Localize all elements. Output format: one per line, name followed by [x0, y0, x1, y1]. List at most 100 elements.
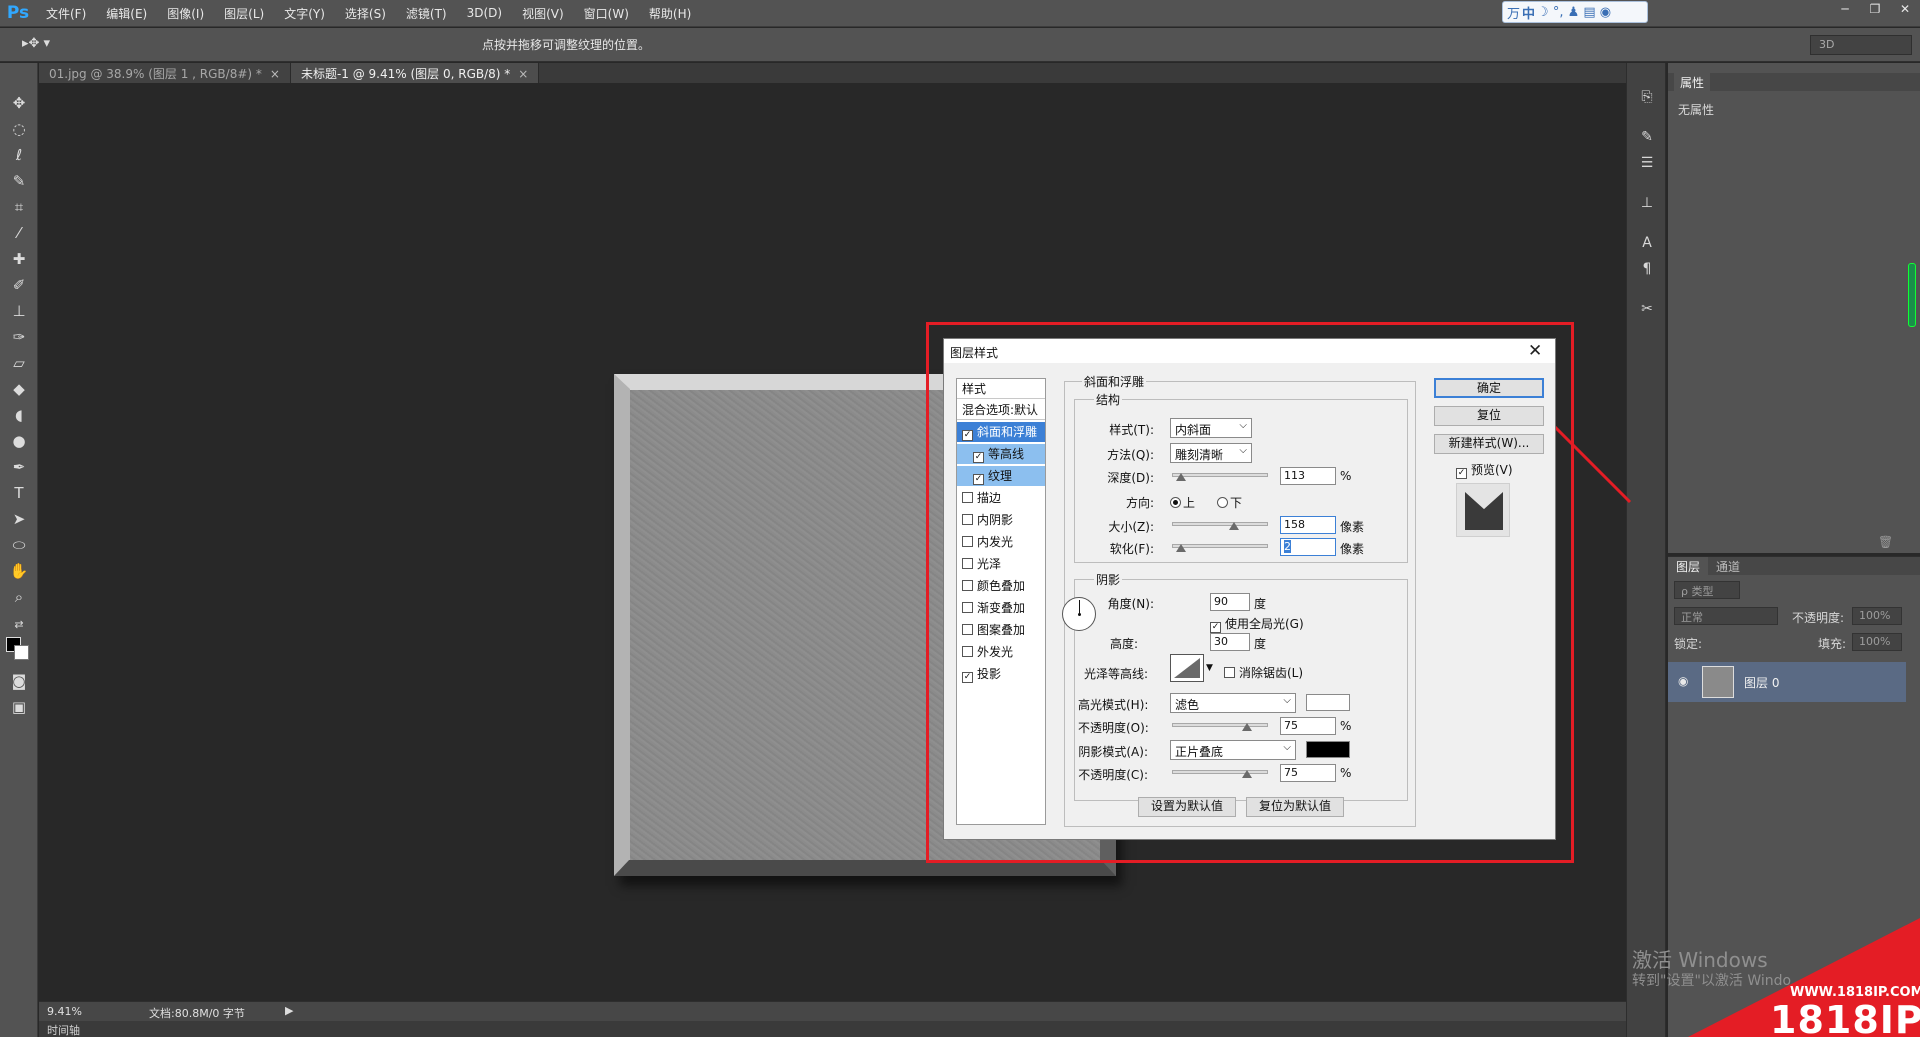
shadow-mode-select[interactable]: 正片叠底 ⌵: [1170, 740, 1296, 760]
layer-name[interactable]: 图层 0: [1744, 674, 1779, 691]
checkbox-inner-glow[interactable]: [962, 536, 973, 547]
blend-mode-select[interactable]: 正常: [1674, 607, 1778, 625]
shadow-color-swatch[interactable]: [1306, 741, 1350, 758]
direction-up-radio[interactable]: 上: [1170, 494, 1195, 511]
size-input[interactable]: 158: [1280, 516, 1336, 534]
effect-inner-shadow[interactable]: 内阴影: [957, 510, 1045, 530]
adjustments-icon[interactable]: ☰: [1637, 153, 1657, 173]
close-tab-icon[interactable]: ×: [518, 67, 528, 81]
effect-texture[interactable]: ✓ 纹理: [957, 466, 1045, 486]
menu-window[interactable]: 窗口(W): [574, 5, 639, 22]
depth-slider-knob[interactable]: [1176, 473, 1186, 481]
eyedropper-icon[interactable]: ⁄: [8, 223, 30, 243]
effect-gradient-overlay[interactable]: 渐变叠加: [957, 598, 1045, 618]
blending-options-item[interactable]: 混合选项:默认: [957, 400, 1045, 420]
effect-bevel-emboss[interactable]: ✓ 斜面和浮雕: [957, 422, 1045, 442]
shadow-opacity-knob[interactable]: [1242, 770, 1252, 778]
checkbox-texture[interactable]: ✓: [973, 474, 984, 485]
fill-field[interactable]: 100%: [1852, 633, 1902, 651]
soften-input[interactable]: 2: [1280, 538, 1336, 556]
angle-input[interactable]: 90: [1210, 593, 1250, 611]
make-default-button[interactable]: 设置为默认值: [1138, 797, 1236, 817]
close-tab-icon[interactable]: ×: [270, 67, 280, 81]
tab-properties[interactable]: 属性: [1674, 73, 1711, 91]
pen-tool-icon[interactable]: ✒: [8, 457, 30, 477]
opacity-field[interactable]: 100%: [1852, 607, 1902, 625]
checkbox-inner-shadow[interactable]: [962, 514, 973, 525]
highlight-mode-select[interactable]: 滤色 ⌵: [1170, 693, 1296, 713]
checkbox-bevel-emboss[interactable]: ✓: [962, 430, 973, 441]
reset-button[interactable]: 复位: [1434, 406, 1544, 426]
effect-stroke[interactable]: 描边: [957, 488, 1045, 508]
history-brush-icon[interactable]: ✑: [8, 327, 30, 347]
bevel-style-select[interactable]: 内斜面 ⌵: [1170, 418, 1252, 438]
shadow-opacity-input[interactable]: 75: [1280, 764, 1336, 782]
ellipse-tool-icon[interactable]: ⬭: [8, 535, 30, 555]
highlight-color-swatch[interactable]: [1306, 694, 1350, 711]
paragraph-panel-icon[interactable]: ¶: [1637, 259, 1657, 279]
menu-layer[interactable]: 图层(L): [214, 5, 274, 22]
tool-presets-icon[interactable]: ✂: [1637, 299, 1657, 319]
depth-slider[interactable]: [1172, 473, 1268, 477]
size-slider-knob[interactable]: [1229, 522, 1239, 530]
tab-untitled-1[interactable]: 未标题-1 @ 9.41% (图层 0, RGB/8) * ×: [290, 63, 540, 83]
marquee-tool-icon[interactable]: ◌: [8, 119, 30, 139]
visibility-eye-icon[interactable]: ◉: [1678, 674, 1688, 688]
checkbox-stroke[interactable]: [962, 492, 973, 503]
new-style-button[interactable]: 新建样式(W)...: [1434, 434, 1544, 454]
crop-tool-icon[interactable]: ⌗: [8, 197, 30, 217]
dodge-tool-icon[interactable]: ●: [8, 431, 30, 451]
brush-tool-icon[interactable]: ✐: [8, 275, 30, 295]
antialias-checkbox[interactable]: 消除锯齿(L): [1224, 664, 1303, 681]
effect-contour[interactable]: ✓ 等高线: [957, 444, 1045, 464]
lasso-tool-icon[interactable]: ℓ: [8, 145, 30, 165]
healing-brush-icon[interactable]: ✚: [8, 249, 30, 269]
menu-type[interactable]: 文字(Y): [274, 5, 335, 22]
direction-down-radio[interactable]: 下: [1217, 494, 1242, 511]
close-window-button[interactable]: ✕: [1890, 0, 1920, 18]
highlight-opacity-knob[interactable]: [1242, 723, 1252, 731]
highlight-opacity-slider[interactable]: [1172, 723, 1268, 727]
checkbox-pattern-overlay[interactable]: [962, 624, 973, 635]
tab-channels[interactable]: 通道: [1708, 557, 1748, 575]
depth-input[interactable]: 113: [1280, 467, 1336, 485]
menu-3d[interactable]: 3D(D): [457, 6, 512, 20]
layer-row[interactable]: ◉ 图层 0: [1668, 662, 1906, 702]
hand-tool-icon[interactable]: ✋: [8, 561, 30, 581]
quick-select-icon[interactable]: ✎: [8, 171, 30, 191]
checkbox-outer-glow[interactable]: [962, 646, 973, 657]
menu-select[interactable]: 选择(S): [335, 5, 396, 22]
menu-filter[interactable]: 滤镜(T): [396, 5, 457, 22]
move-icon[interactable]: ▸✥ ▾: [22, 36, 50, 51]
global-light-checkbox[interactable]: ✓ 使用全局光(G): [1210, 615, 1304, 633]
minimize-button[interactable]: ─: [1830, 0, 1860, 18]
zoom-tool-icon[interactable]: ⌕: [8, 587, 30, 607]
effect-inner-glow[interactable]: 内发光: [957, 532, 1045, 552]
clone-source-icon[interactable]: ⊥: [1637, 193, 1657, 213]
eraser-tool-icon[interactable]: ▱: [8, 353, 30, 373]
checkbox-contour[interactable]: ✓: [973, 452, 984, 463]
menu-view[interactable]: 视图(V): [512, 5, 574, 22]
path-select-icon[interactable]: ➤: [8, 509, 30, 529]
styles-header[interactable]: 样式: [957, 379, 1045, 399]
gloss-contour-picker[interactable]: [1170, 654, 1204, 682]
shadow-opacity-slider[interactable]: [1172, 770, 1268, 774]
background-color[interactable]: [14, 645, 29, 660]
checkbox-drop-shadow[interactable]: ✓: [962, 672, 973, 683]
menu-help[interactable]: 帮助(H): [639, 5, 701, 22]
blur-tool-icon[interactable]: ◖: [8, 405, 30, 425]
stamp-tool-icon[interactable]: ⊥: [8, 301, 30, 321]
layer-filter-select[interactable]: ρ 类型: [1674, 581, 1740, 599]
reset-default-button[interactable]: 复位为默认值: [1246, 797, 1344, 817]
history-panel-icon[interactable]: ⎘: [1637, 87, 1657, 107]
checkbox-color-overlay[interactable]: [962, 580, 973, 591]
swap-colors-icon[interactable]: ⇄: [8, 615, 30, 635]
chevron-down-icon[interactable]: ▼: [1206, 663, 1213, 673]
trash-icon[interactable]: 🗑: [1878, 535, 1893, 549]
tab-01-jpg[interactable]: 01.jpg @ 38.9% (图层 1 , RGB/8#) * ×: [39, 63, 291, 83]
paint-bucket-icon[interactable]: ◆: [8, 379, 30, 399]
character-panel-icon[interactable]: A: [1637, 233, 1657, 253]
ime-toolbar[interactable]: 万 中 ☽ °, ♟ ▤ ◉: [1502, 1, 1648, 23]
altitude-input[interactable]: 30: [1210, 633, 1250, 651]
checkbox-gradient-overlay[interactable]: [962, 602, 973, 613]
